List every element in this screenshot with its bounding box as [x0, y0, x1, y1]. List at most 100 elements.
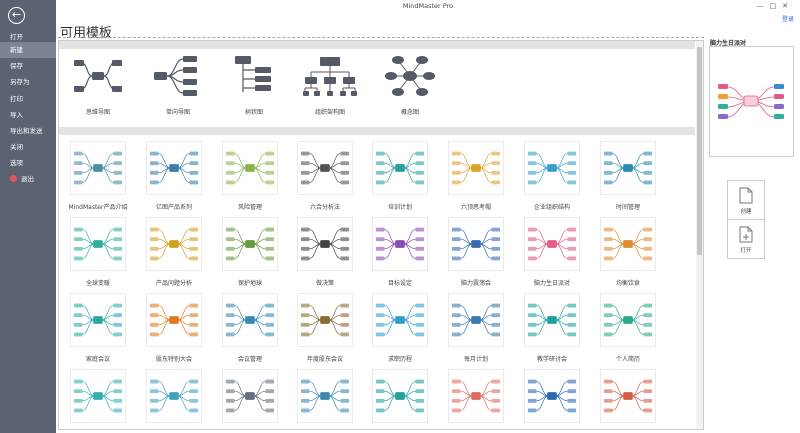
template-card[interactable]: 家庭会议	[63, 293, 133, 363]
template-card[interactable]: MindMaster产品介绍	[63, 141, 133, 211]
template-card[interactable]: 每月计划	[441, 293, 511, 363]
template-label: 六顶思考帽	[460, 204, 491, 211]
sidebar-item-save-as[interactable]: 另存为	[0, 74, 56, 90]
template-thumbnail	[146, 369, 202, 423]
minimize-icon[interactable]: —	[757, 2, 770, 10]
template-thumbnail	[146, 217, 202, 271]
template-card[interactable]: 时间管理	[593, 141, 663, 211]
section-bar-templates	[59, 127, 695, 135]
template-card[interactable]: 风险管理	[215, 141, 285, 211]
template-thumbnail	[70, 293, 126, 347]
sidebar-item-exit-label: 退出	[21, 175, 34, 183]
template-card[interactable]: 求职历程	[365, 293, 435, 363]
basic-template-right-map[interactable]: 单向导图	[143, 55, 213, 116]
template-label: 六合分析法	[309, 204, 340, 211]
sidebar-item-options[interactable]: 选项	[0, 155, 56, 171]
sidebar-item-new[interactable]: 新建	[0, 42, 56, 58]
heading-divider	[58, 37, 704, 38]
template-card[interactable]	[593, 369, 663, 429]
basic-template-tree-map[interactable]: 树状图	[219, 55, 289, 116]
basic-template-label: 树状图	[244, 109, 263, 116]
template-card[interactable]	[517, 369, 587, 429]
template-card[interactable]	[441, 369, 511, 429]
template-thumbnail	[372, 217, 428, 271]
create-button[interactable]: 创建	[727, 180, 765, 220]
page-title: 可用模板	[60, 26, 113, 41]
template-label: 会议管理	[237, 356, 262, 363]
sidebar-item-print[interactable]: 打印	[0, 91, 56, 107]
template-thumbnail	[600, 217, 656, 271]
new-document-icon	[739, 187, 753, 204]
sidebar-item-save[interactable]: 保存	[0, 58, 56, 74]
login-link[interactable]: 登录	[782, 14, 794, 23]
template-card[interactable]: 保护地球	[215, 217, 285, 287]
open-button[interactable]: 打开	[727, 219, 765, 259]
template-card[interactable]	[139, 369, 209, 429]
vertical-scrollbar[interactable]	[696, 41, 703, 429]
template-label: 全球变暖	[85, 280, 110, 287]
template-card[interactable]: 亿图产品系列	[139, 141, 209, 211]
template-thumbnail	[70, 141, 126, 195]
template-thumbnail	[372, 141, 428, 195]
template-card[interactable]: 均衡饮食	[593, 217, 663, 287]
template-card[interactable]: 目标设定	[365, 217, 435, 287]
template-thumbnail	[372, 369, 428, 423]
section-bar-basic	[59, 41, 695, 49]
open-button-label: 打开	[740, 248, 752, 254]
maximize-icon[interactable]: □	[770, 2, 783, 10]
template-thumbnail	[448, 293, 504, 347]
template-card[interactable]: 会议管理	[215, 293, 285, 363]
template-label: 教学研讨会	[536, 356, 567, 363]
sidebar-item-close[interactable]: 关闭	[0, 139, 56, 155]
template-card[interactable]	[365, 369, 435, 429]
template-thumbnail	[297, 141, 353, 195]
close-icon[interactable]: ✕	[782, 2, 794, 10]
basic-template-label: 单向导图	[165, 109, 190, 116]
template-thumbnail	[524, 293, 580, 347]
template-card[interactable]: 脑力生日派对	[517, 217, 587, 287]
template-thumbnail	[146, 293, 202, 347]
sidebar-item-import[interactable]: 导入	[0, 107, 56, 123]
template-card[interactable]: 做决策	[290, 217, 360, 287]
template-label: 年度股东会议	[306, 356, 343, 363]
template-card[interactable]: 教学研讨会	[517, 293, 587, 363]
template-thumbnail	[448, 141, 504, 195]
template-card[interactable]: 六顶思考帽	[441, 141, 511, 211]
template-card[interactable]: 产品问题分析	[139, 217, 209, 287]
template-card[interactable]	[63, 369, 133, 429]
basic-template-concept-map[interactable]: 概念图	[375, 55, 445, 116]
title-bar: MindMaster Pro	[56, 0, 800, 14]
template-card[interactable]	[215, 369, 285, 429]
template-thumbnail	[222, 217, 278, 271]
template-card[interactable]: 六合分析法	[290, 141, 360, 211]
template-thumbnail	[70, 369, 126, 423]
template-thumbnail	[524, 217, 580, 271]
template-card[interactable]	[290, 369, 360, 429]
template-card[interactable]: 脑力震荡会	[441, 217, 511, 287]
sidebar: ← 打开 新建 保存 另存为 打印 导入 导出和发送 关闭 选项 退出	[0, 0, 56, 433]
scrollbar-thumb[interactable]	[697, 47, 702, 255]
template-thumbnail	[222, 369, 278, 423]
template-card[interactable]: 个人简历	[593, 293, 663, 363]
template-thumbnail	[222, 141, 278, 195]
template-thumbnail	[600, 369, 656, 423]
template-thumbnail	[297, 293, 353, 347]
template-card[interactable]: 企业组织结构	[517, 141, 587, 211]
template-preview	[709, 46, 794, 157]
sidebar-item-export-send[interactable]: 导出和发送	[0, 123, 56, 139]
template-card[interactable]: 年度股东会议	[290, 293, 360, 363]
template-gallery: 思维导图 单向导图 树状图 组织架构图 概念图 MindMaster产品介绍 亿…	[58, 40, 704, 430]
window-title: MindMaster Pro	[402, 2, 454, 10]
template-thumbnail	[70, 217, 126, 271]
basic-template-org-chart[interactable]: 组织架构图	[295, 55, 365, 116]
back-arrow-icon[interactable]: ←	[8, 7, 25, 24]
template-thumbnail	[297, 369, 353, 423]
create-button-label: 创建	[740, 209, 752, 215]
template-card[interactable]: 股东特别大会	[139, 293, 209, 363]
open-document-icon	[739, 226, 753, 243]
sidebar-item-exit[interactable]: 退出	[0, 171, 56, 187]
template-card[interactable]: 培训计划	[365, 141, 435, 211]
template-label: 培训计划	[387, 204, 412, 211]
basic-template-mindmap[interactable]: 思维导图	[63, 55, 133, 116]
template-card[interactable]: 全球变暖	[63, 217, 133, 287]
